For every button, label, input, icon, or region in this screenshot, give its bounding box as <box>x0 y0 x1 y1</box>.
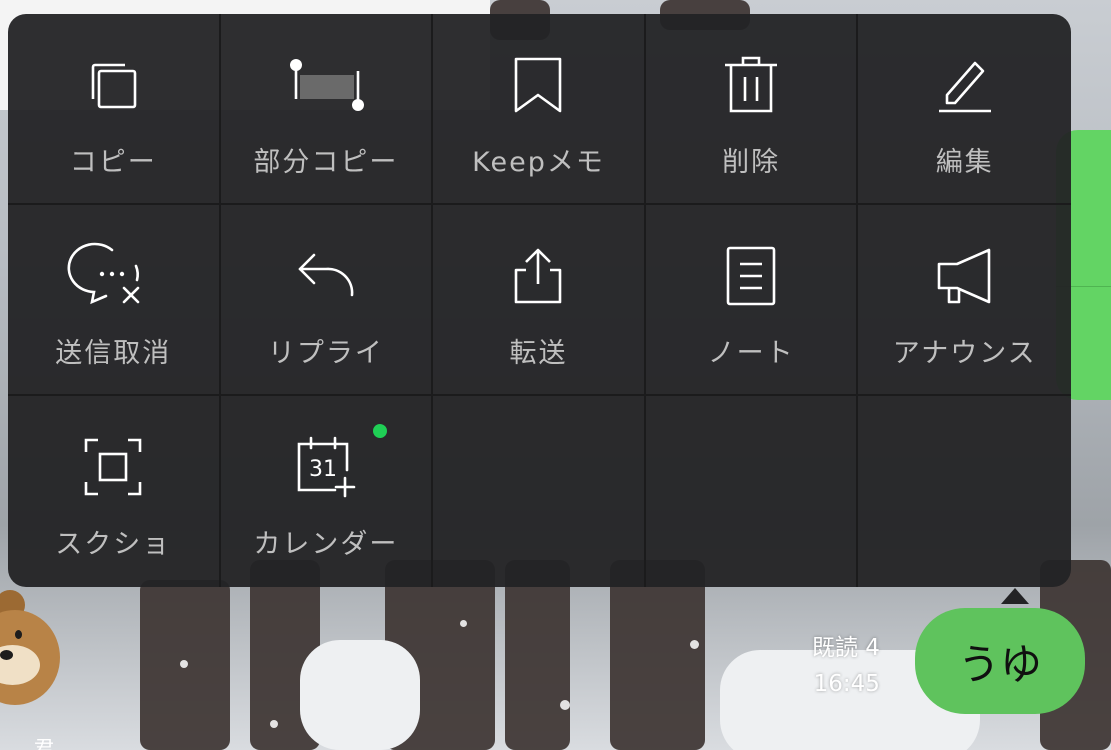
menu-item-screenshot[interactable]: スクショ <box>8 396 221 587</box>
menu-label: リプライ <box>267 338 384 369</box>
wallpaper-tree <box>610 560 705 750</box>
menu-empty-slot <box>858 396 1071 587</box>
reply-icon <box>291 241 361 311</box>
screenshot-icon <box>78 432 148 502</box>
menu-item-note[interactable]: ノート <box>645 205 859 396</box>
menu-label: アナウンス <box>892 338 1037 369</box>
unsend-icon <box>67 241 148 311</box>
trash-icon <box>716 50 786 120</box>
menu-item-copy[interactable]: コピー <box>8 14 221 205</box>
menu-item-unsend[interactable]: 送信取消 <box>8 205 221 396</box>
message-bubble[interactable]: うゆ <box>915 608 1085 714</box>
menu-label: 編集 <box>935 147 994 178</box>
menu-label: 削除 <box>722 147 781 178</box>
message-meta: 既読 4 16:45 <box>812 630 880 702</box>
wallpaper-tree <box>505 560 570 750</box>
menu-item-reply[interactable]: リプライ <box>220 205 434 396</box>
menu-label: 転送 <box>509 338 568 369</box>
sticker-bear <box>0 590 70 720</box>
snowflake <box>270 720 278 728</box>
copy-icon <box>78 50 148 120</box>
menu-label: 部分コピー <box>253 147 399 178</box>
menu-item-announce[interactable]: アナウンス <box>858 205 1071 396</box>
calendar-plus-icon: 31 <box>291 432 361 502</box>
menu-item-forward[interactable]: 転送 <box>433 205 646 396</box>
partial-copy-icon <box>289 50 364 120</box>
menu-label: カレンダー <box>253 529 399 560</box>
bookmark-icon <box>503 50 573 120</box>
new-badge-dot <box>372 424 387 438</box>
snowflake <box>690 640 699 649</box>
snowflake <box>180 660 188 668</box>
message-time: 16:45 <box>813 671 880 697</box>
menu-item-partial-copy[interactable]: 部分コピー <box>220 14 434 205</box>
menu-item-calendar[interactable]: 31 カレンダー <box>221 396 434 587</box>
share-icon <box>503 241 573 311</box>
menu-item-keep[interactable]: Keepメモ <box>433 14 646 205</box>
menu-item-delete[interactable]: 削除 <box>645 14 859 205</box>
menu-empty-slot <box>646 396 859 587</box>
megaphone-icon <box>930 241 1000 311</box>
read-status: 既読 4 <box>812 635 880 661</box>
menu-empty-slot <box>433 396 646 587</box>
wallpaper-glyph: 君 <box>34 736 54 750</box>
note-icon <box>716 241 786 311</box>
menu-label: スクショ <box>55 529 172 560</box>
pencil-icon <box>930 50 1000 120</box>
calendar-day: 31 <box>309 457 337 482</box>
wallpaper-snow <box>300 640 420 750</box>
message-context-menu: コピー 部分コピー Keepメモ 削除 編集 送信取消 リプライ 転送 ノート … <box>8 14 1071 587</box>
snowflake <box>560 700 570 710</box>
menu-label: Keepメモ <box>472 147 605 178</box>
menu-label: ノート <box>707 338 795 369</box>
menu-pointer <box>1001 588 1029 604</box>
menu-item-edit[interactable]: 編集 <box>858 14 1071 205</box>
menu-label: 送信取消 <box>55 338 172 369</box>
menu-label: コピー <box>69 147 157 178</box>
snowflake <box>460 620 467 627</box>
